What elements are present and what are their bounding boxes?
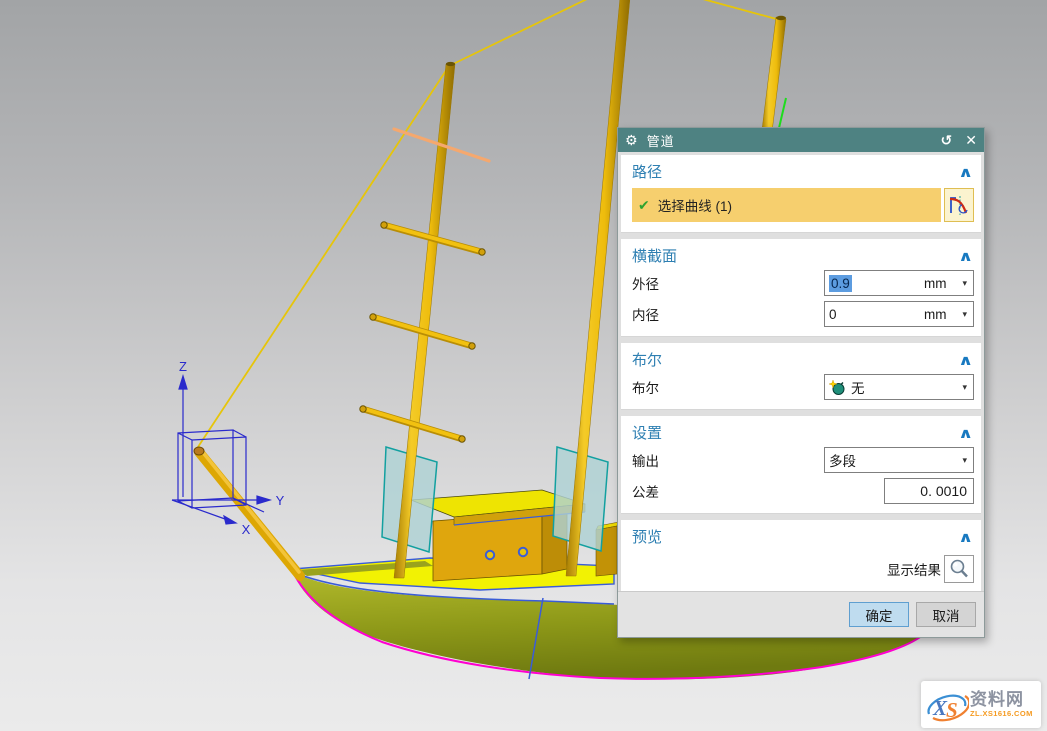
outer-diameter-unit: mm [924, 276, 947, 291]
dialog-header[interactable]: ⚙ 管道 ↺ ✕ [618, 128, 984, 152]
watermark-url: ZL.XS1616.COM [970, 710, 1033, 718]
section-boolean: 布尔 ∧ 布尔 无 ▾ [621, 343, 981, 410]
show-result-label: 显示结果 [887, 559, 941, 579]
section-path: 路径 ∧ ✔ 选择曲线 (1) [621, 155, 981, 233]
inner-diameter-value[interactable]: 0 [829, 307, 924, 322]
gear-icon[interactable]: ⚙ [625, 133, 638, 147]
chevron-down-icon[interactable]: ▾ [962, 382, 967, 393]
output-value: 多段 [829, 450, 962, 470]
section-settings-label: 设置 [632, 422, 662, 443]
mast-crossbars[interactable] [360, 222, 485, 442]
select-curve-label: 选择曲线 (1) [658, 195, 732, 215]
tolerance-value[interactable]: 0. 0010 [920, 483, 967, 499]
chevron-up-icon[interactable]: ∧ [958, 426, 973, 440]
curve-tool-icon [948, 192, 970, 218]
ok-button[interactable]: 确定 [849, 602, 909, 627]
outer-diameter-field[interactable]: 0.9 mm ▾ [824, 270, 974, 296]
section-settings: 设置 ∧ 输出 多段 ▾ 公差 0. 0010 [621, 416, 981, 514]
porthole [486, 551, 494, 559]
boolean-none-icon [829, 379, 846, 396]
check-icon: ✔ [638, 197, 650, 214]
chevron-down-icon[interactable]: ▾ [962, 278, 967, 289]
section-preview: 预览 ∧ 显示结果 [621, 520, 981, 591]
output-dropdown[interactable]: 多段 ▾ [824, 447, 974, 473]
dialog-body: 路径 ∧ ✔ 选择曲线 (1) [618, 152, 984, 591]
bowsprit[interactable] [194, 447, 300, 576]
dialog-title: 管道 [647, 131, 675, 150]
wcs-triad[interactable]: Z Y X [172, 359, 285, 537]
x-axis [172, 500, 225, 519]
section-path-label: 路径 [632, 161, 662, 182]
y-axis-label: Y [276, 493, 285, 508]
cabin-front [433, 513, 542, 581]
chevron-down-icon[interactable]: ▾ [962, 309, 967, 320]
section-cross-section: 横截面 ∧ 外径 0.9 mm ▾ 内径 0 mm ▾ [621, 239, 981, 337]
inner-diameter-label: 内径 [632, 304, 824, 324]
pipe-dialog: ⚙ 管道 ↺ ✕ 路径 ∧ ✔ 选择曲线 (1) [617, 127, 985, 638]
outer-diameter-label: 外径 [632, 273, 824, 293]
dialog-footer: 确定 取消 [618, 591, 984, 637]
curve-tool-button[interactable] [944, 188, 974, 222]
cancel-button[interactable]: 取消 [916, 602, 976, 627]
reset-icon[interactable]: ↺ [941, 133, 953, 147]
boolean-dropdown[interactable]: 无 ▾ [824, 374, 974, 400]
outer-diameter-value[interactable]: 0.9 [829, 275, 852, 292]
preview-curve-green[interactable] [779, 98, 786, 128]
select-curve-row[interactable]: ✔ 选择曲线 (1) [632, 188, 941, 222]
tolerance-field[interactable]: 0. 0010 [884, 478, 974, 504]
svg-text:S: S [946, 698, 958, 722]
inner-diameter-unit: mm [924, 307, 947, 322]
close-icon[interactable]: ✕ [965, 133, 977, 147]
chevron-up-icon[interactable]: ∧ [958, 353, 973, 367]
chevron-up-icon[interactable]: ∧ [958, 530, 973, 544]
inner-diameter-field[interactable]: 0 mm ▾ [824, 301, 974, 327]
chevron-up-icon[interactable]: ∧ [958, 249, 973, 263]
z-axis-label: Z [179, 359, 187, 374]
chevron-up-icon[interactable]: ∧ [958, 165, 973, 179]
boolean-row-label: 布尔 [632, 377, 824, 397]
tolerance-label: 公差 [632, 481, 884, 501]
output-label: 输出 [632, 450, 824, 470]
section-cross-section-label: 横截面 [632, 245, 677, 266]
watermark: X S 资料网 ZL.XS1616.COM [921, 681, 1041, 728]
xs-logo-icon: X S [923, 684, 969, 726]
magnifier-icon [948, 558, 970, 580]
watermark-site-name: 资料网 [970, 691, 1033, 708]
show-result-button[interactable] [944, 555, 974, 583]
boolean-value: 无 [851, 377, 962, 397]
x-axis-label: X [242, 522, 251, 537]
section-boolean-label: 布尔 [632, 349, 662, 370]
chevron-down-icon[interactable]: ▾ [962, 455, 967, 466]
section-preview-label: 预览 [632, 526, 662, 547]
porthole [519, 548, 527, 556]
